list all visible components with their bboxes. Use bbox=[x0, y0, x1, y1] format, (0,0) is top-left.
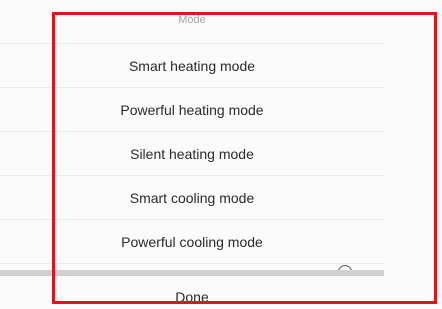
done-button[interactable]: Done bbox=[0, 289, 384, 305]
option-powerful-cooling[interactable]: Powerful cooling mode bbox=[0, 219, 384, 263]
option-smart-cooling[interactable]: Smart cooling mode bbox=[0, 175, 384, 219]
picker-title: Mode bbox=[178, 14, 206, 26]
option-powerful-heating[interactable]: Powerful heating mode bbox=[0, 87, 384, 131]
option-smart-heating[interactable]: Smart heating mode bbox=[0, 43, 384, 87]
mode-picker-sheet: Mode Smart heating mode Powerful heating… bbox=[0, 0, 442, 309]
mode-options-list: Smart heating mode Powerful heating mode… bbox=[0, 43, 384, 263]
option-silent-heating[interactable]: Silent heating mode bbox=[0, 131, 384, 175]
